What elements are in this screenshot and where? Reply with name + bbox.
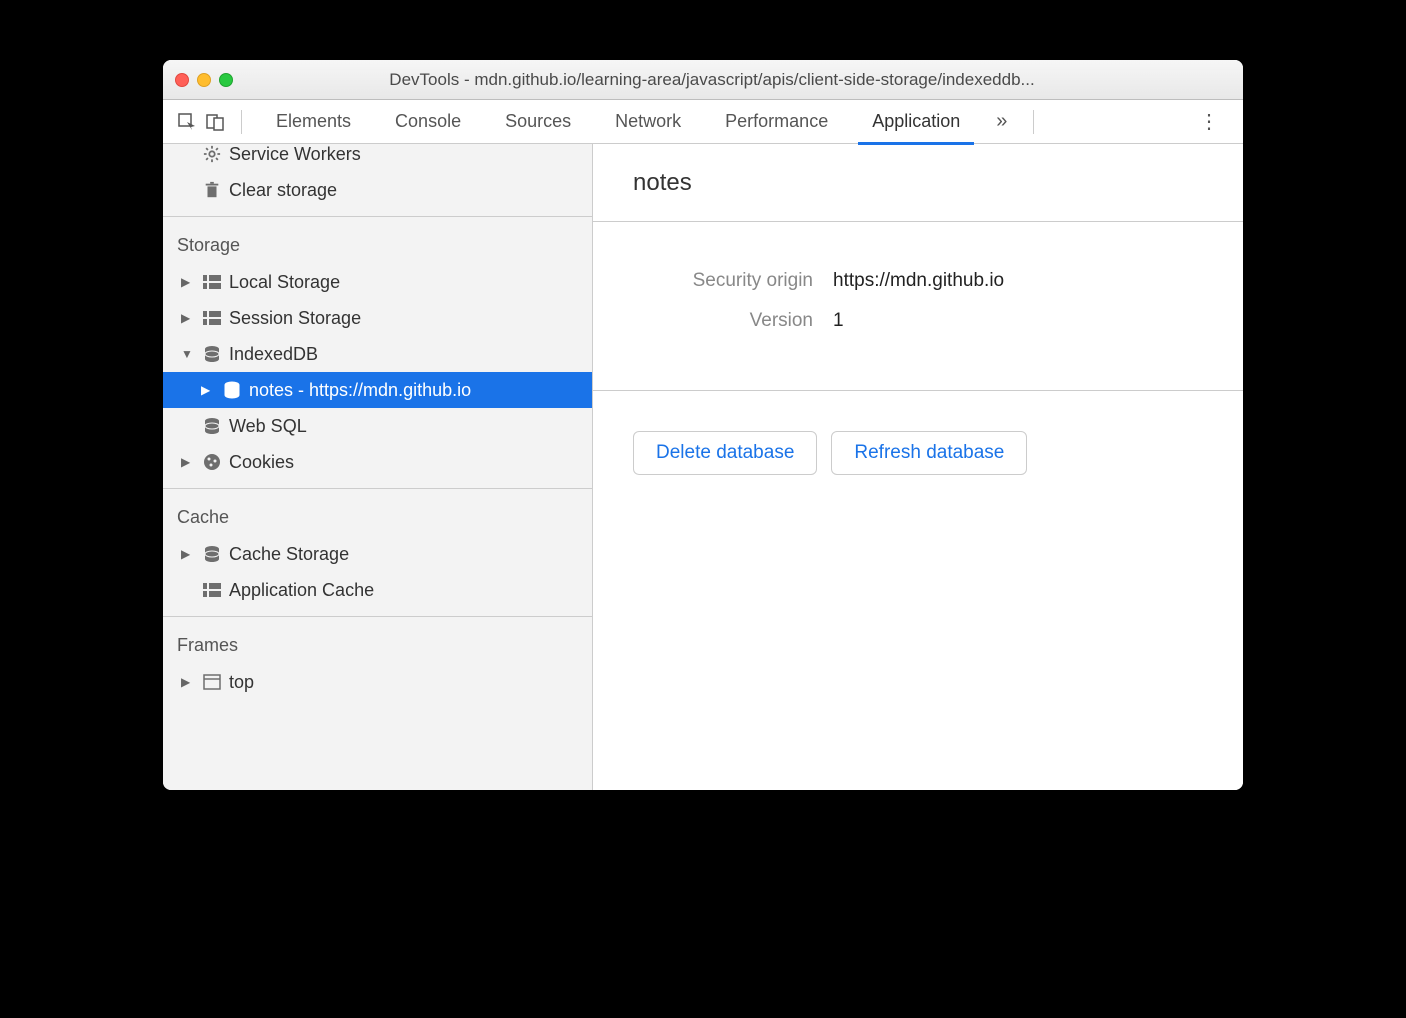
prop-security-origin: Security origin https://mdn.github.io: [633, 270, 1203, 292]
sidebar-item-label: Cookies: [229, 452, 294, 473]
refresh-database-button[interactable]: Refresh database: [831, 431, 1027, 475]
chevron-right-icon: ▶: [181, 547, 195, 561]
section-heading: Cache: [163, 497, 592, 536]
kebab-menu-icon[interactable]: ⋮: [1185, 109, 1233, 134]
toolbar-divider: [1033, 110, 1034, 134]
tab-application[interactable]: Application: [850, 100, 982, 144]
sidebar-item-web-sql[interactable]: Web SQL: [163, 408, 592, 444]
zoom-icon[interactable]: [219, 73, 233, 87]
prop-version: Version 1: [633, 310, 1203, 332]
chevron-right-icon: ▶: [181, 455, 195, 469]
section-storage: Storage ▶ Local Storage ▶ Session Storag…: [163, 217, 592, 489]
sidebar-item-label: Cache Storage: [229, 544, 349, 565]
sidebar-item-label: Web SQL: [229, 416, 307, 437]
tab-performance[interactable]: Performance: [703, 100, 850, 144]
titlebar: DevTools - mdn.github.io/learning-area/j…: [163, 60, 1243, 100]
trash-icon: [201, 181, 223, 199]
database-icon: [201, 417, 223, 435]
tab-sources[interactable]: Sources: [483, 100, 593, 144]
sidebar-item-top-frame[interactable]: ▶ top: [163, 664, 592, 700]
prop-label: Version: [633, 310, 833, 332]
devtools-toolbar: Elements Console Sources Network Perform…: [163, 100, 1243, 144]
database-icon: [201, 545, 223, 563]
grid-icon: [201, 275, 223, 289]
tab-network[interactable]: Network: [593, 100, 703, 144]
device-toolbar-icon[interactable]: [201, 108, 229, 136]
sidebar-item-label: IndexedDB: [229, 344, 318, 365]
prop-value: 1: [833, 310, 844, 332]
chevron-down-icon: ▼: [181, 347, 195, 361]
window-title: DevTools - mdn.github.io/learning-area/j…: [253, 70, 1171, 90]
database-heading: notes: [593, 144, 1243, 222]
chevron-right-icon: ▶: [181, 275, 195, 289]
database-properties: Security origin https://mdn.github.io Ve…: [593, 222, 1243, 391]
gear-icon: [201, 145, 223, 163]
sidebar-item-label: Clear storage: [229, 180, 337, 201]
sidebar-item-local-storage[interactable]: ▶ Local Storage: [163, 264, 592, 300]
sidebar-item-clear-storage[interactable]: Clear storage: [163, 172, 592, 208]
more-tabs-icon[interactable]: »: [982, 110, 1021, 133]
section-application: Service Workers Clear storage: [163, 144, 592, 217]
chevron-right-icon: ▶: [181, 311, 195, 325]
section-cache: Cache ▶ Cache Storage Application Cache: [163, 489, 592, 617]
inspect-element-icon[interactable]: [173, 108, 201, 136]
tab-elements[interactable]: Elements: [254, 100, 373, 144]
sidebar-item-cookies[interactable]: ▶ Cookies: [163, 444, 592, 480]
database-actions: Delete database Refresh database: [593, 391, 1243, 515]
sidebar-item-label: top: [229, 672, 254, 693]
sidebar-item-label: Local Storage: [229, 272, 340, 293]
close-icon[interactable]: [175, 73, 189, 87]
section-heading: Storage: [163, 225, 592, 264]
devtools-window: DevTools - mdn.github.io/learning-area/j…: [163, 60, 1243, 790]
prop-label: Security origin: [633, 270, 833, 292]
prop-value: https://mdn.github.io: [833, 270, 1004, 292]
delete-database-button[interactable]: Delete database: [633, 431, 817, 475]
grid-icon: [201, 583, 223, 597]
sidebar-item-service-workers[interactable]: Service Workers: [163, 144, 592, 172]
sidebar-item-label: Service Workers: [229, 144, 361, 165]
chevron-right-icon: ▶: [181, 675, 195, 689]
sidebar-item-indexeddb[interactable]: ▼ IndexedDB: [163, 336, 592, 372]
sidebar-item-label: Session Storage: [229, 308, 361, 329]
section-heading: Frames: [163, 625, 592, 664]
application-sidebar: Service Workers Clear storage Storage ▶: [163, 144, 593, 790]
sidebar-item-label: Application Cache: [229, 580, 374, 601]
traffic-lights: [175, 73, 233, 87]
tab-console[interactable]: Console: [373, 100, 483, 144]
database-icon: [221, 381, 243, 399]
sidebar-item-indexeddb-notes[interactable]: ▶ notes - https://mdn.github.io: [163, 372, 592, 408]
frame-icon: [201, 674, 223, 690]
cookie-icon: [201, 453, 223, 471]
sidebar-item-cache-storage[interactable]: ▶ Cache Storage: [163, 536, 592, 572]
sidebar-item-session-storage[interactable]: ▶ Session Storage: [163, 300, 592, 336]
database-icon: [201, 345, 223, 363]
sidebar-item-application-cache[interactable]: Application Cache: [163, 572, 592, 608]
toolbar-divider: [241, 110, 242, 134]
content-area: Service Workers Clear storage Storage ▶: [163, 144, 1243, 790]
section-frames: Frames ▶ top: [163, 617, 592, 708]
grid-icon: [201, 311, 223, 325]
minimize-icon[interactable]: [197, 73, 211, 87]
sidebar-item-label: notes - https://mdn.github.io: [249, 380, 471, 401]
main-panel: notes Security origin https://mdn.github…: [593, 144, 1243, 790]
chevron-right-icon: ▶: [201, 383, 215, 397]
